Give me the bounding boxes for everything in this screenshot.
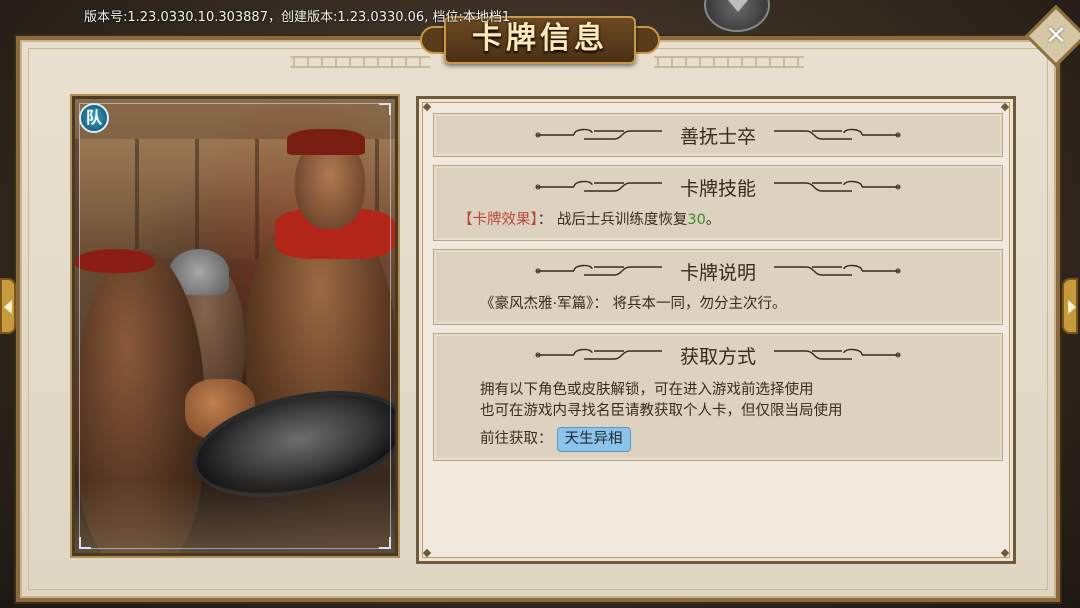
skill-title: 卡牌技能 xyxy=(679,178,756,200)
obtain-title: 获取方式 xyxy=(679,346,756,368)
version-info: 版本号:1.23.0330.10.303887，创建版本:1.23.0330.0… xyxy=(84,10,511,25)
goto-label: 前往获取： xyxy=(480,431,553,447)
quote-text: 将兵本一同，勿分主次行。 xyxy=(612,296,787,312)
card-skill-section: 卡牌技能 【卡牌效果】： 战后士兵训练度恢复30。 xyxy=(433,165,1003,241)
arrow-right-icon xyxy=(1068,300,1076,314)
team-badge-icon: 队 xyxy=(79,103,109,133)
corner-ornament xyxy=(79,537,91,549)
quote-source: 《豪风杰雅·军篇》： xyxy=(480,296,608,312)
close-icon: ✕ xyxy=(1045,21,1067,51)
skill-effect: 【卡牌效果】： 战后士兵训练度恢复30。 xyxy=(458,210,982,231)
obtain-method-section: 获取方式 拥有以下角色或皮肤解锁，可在进入游戏前选择使用 也可在游戏内寻找名臣请… xyxy=(433,333,1003,461)
card-name: 善抚士卒 xyxy=(679,126,756,148)
effect-label: 【卡牌效果】 xyxy=(458,212,538,228)
arrow-down-icon xyxy=(728,0,748,12)
section-header: 获取方式 xyxy=(434,334,1002,374)
obtain-goto-row: 前往获取： 天生异相 xyxy=(480,427,982,452)
prev-card-button[interactable] xyxy=(0,278,16,334)
card-artwork: 队 xyxy=(72,96,398,556)
arrow-left-icon xyxy=(4,300,12,314)
effect-separator: ： xyxy=(537,212,553,228)
section-header: 卡牌说明 xyxy=(434,250,1002,290)
effect-text: 战后士兵训练度恢复 xyxy=(556,212,688,228)
section-header: 善抚士卒 xyxy=(434,114,1002,154)
card-description-section: 卡牌说明 《豪风杰雅·军篇》： 将兵本一同，勿分主次行。 xyxy=(433,249,1003,325)
obtain-body: 拥有以下角色或皮肤解锁，可在进入游戏前选择使用 也可在游戏内寻找名臣请教获取个人… xyxy=(480,380,982,452)
panel-corner-dot xyxy=(422,548,432,558)
description-quote: 《豪风杰雅·军篇》： 将兵本一同，勿分主次行。 xyxy=(480,294,982,315)
panel-corner-dot xyxy=(1000,102,1010,112)
cloud-ornament-icon xyxy=(772,262,902,280)
description-title: 卡牌说明 xyxy=(679,262,756,284)
obtain-line-2: 也可在游戏内寻找名臣请教获取个人卡，但仅限当局使用 xyxy=(480,403,843,419)
card-inner-frame xyxy=(79,103,391,549)
card-info-panel: 善抚士卒 卡牌技能 【卡牌效果】： 战后士兵训练度恢复30。 卡牌说明 《豪风杰… xyxy=(416,96,1016,564)
cloud-ornament-icon xyxy=(772,126,902,144)
card-name-section: 善抚士卒 xyxy=(433,113,1003,157)
panel-corner-dot xyxy=(1000,548,1010,558)
corner-ornament xyxy=(379,537,391,549)
effect-value: 30 xyxy=(687,212,706,228)
next-card-button[interactable] xyxy=(1062,278,1078,334)
effect-text-end: 。 xyxy=(705,212,721,228)
cloud-ornament-icon xyxy=(772,178,902,196)
cloud-ornament-icon xyxy=(772,346,902,364)
section-header: 卡牌技能 xyxy=(434,166,1002,206)
frame-ornament-right xyxy=(654,56,804,68)
obtain-line-1: 拥有以下角色或皮肤解锁，可在进入游戏前选择使用 xyxy=(480,382,814,398)
goto-source-button[interactable]: 天生异相 xyxy=(556,427,631,452)
frame-ornament-left xyxy=(290,56,430,68)
corner-ornament xyxy=(379,103,391,115)
panel-corner-dot xyxy=(422,102,432,112)
